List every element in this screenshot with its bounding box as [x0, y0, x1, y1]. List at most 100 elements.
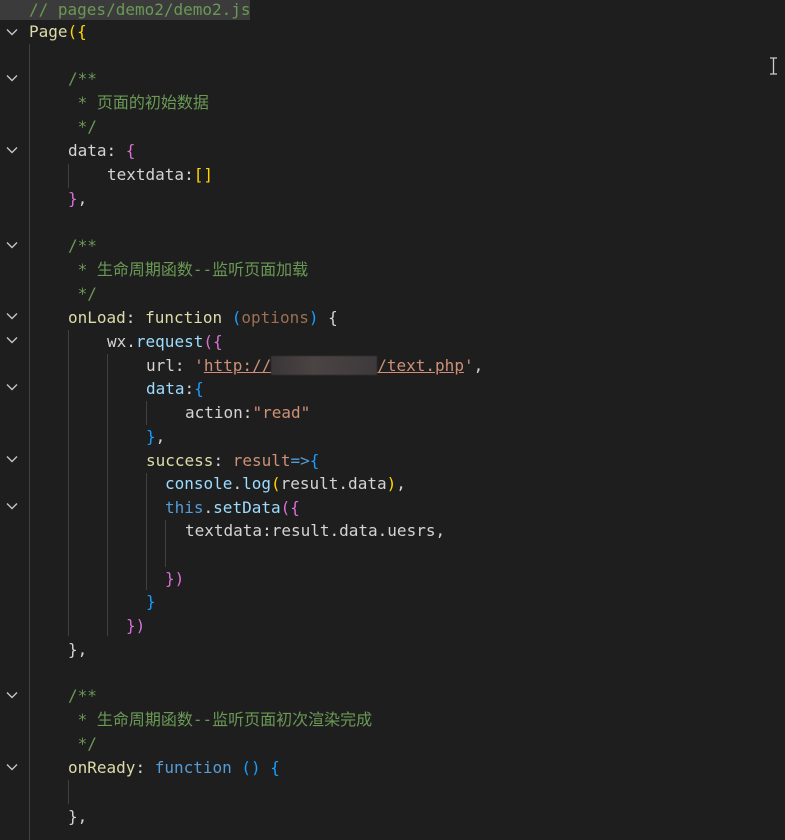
property-key: textdata — [185, 521, 263, 540]
identifier: wx — [107, 332, 127, 351]
code-line[interactable]: /** — [29, 67, 97, 91]
comment: /** — [68, 69, 97, 88]
bracket: { — [318, 308, 338, 327]
punctuation: : — [262, 521, 272, 540]
keyword: function — [154, 758, 232, 777]
keyword: this — [165, 498, 204, 517]
indent-guide — [68, 780, 69, 804]
comment: */ — [68, 284, 97, 303]
code-line[interactable]: */ — [29, 732, 97, 756]
editor-tab-strip: // pages/demo2/demo2.js — [0, 0, 785, 20]
punctuation: : — [184, 165, 194, 184]
bracket: { — [194, 379, 204, 398]
code-line[interactable]: textdata:[] — [29, 163, 213, 187]
chevron-down-icon[interactable] — [5, 499, 19, 513]
method-call: log — [242, 474, 271, 493]
code-line[interactable]: this.setData({ — [29, 496, 300, 520]
bracket: } — [68, 640, 78, 659]
code-line[interactable]: console.log(result.data), — [29, 472, 406, 496]
comment: * 页面的初始数据 — [68, 93, 209, 112]
property-key: url — [146, 356, 175, 375]
identifier: console — [165, 474, 233, 493]
code-line[interactable]: data: { — [29, 139, 135, 163]
arrow-operator: => — [290, 451, 310, 470]
code-line[interactable]: data:{ — [29, 377, 204, 401]
code-line[interactable]: } — [29, 590, 156, 614]
comment: * 生命周期函数--监听页面加载 — [68, 260, 309, 279]
code-line[interactable]: success: result=>{ — [29, 449, 319, 473]
keyword: function — [145, 308, 223, 327]
code-line[interactable]: * 生命周期函数--监听页面加载 — [29, 258, 309, 282]
chevron-down-icon[interactable] — [5, 309, 19, 323]
code-line[interactable]: /** — [29, 234, 97, 258]
code-line[interactable]: onLoad: function (options) { — [29, 306, 338, 330]
method-call: request — [135, 332, 204, 351]
code-line[interactable]: * 生命周期函数--监听页面初次渲染完成 — [29, 708, 373, 732]
punctuation: , — [77, 189, 88, 208]
chevron-down-icon[interactable] — [5, 380, 19, 394]
code-line[interactable]: }) — [29, 567, 184, 591]
chevron-down-icon[interactable] — [5, 71, 19, 85]
code-line[interactable]: }, — [29, 425, 165, 449]
chevron-down-icon[interactable] — [5, 143, 19, 157]
property-key: textdata — [107, 165, 185, 184]
comment: */ — [68, 734, 97, 753]
editor-gutter — [0, 0, 28, 840]
parameter: options — [241, 308, 309, 327]
punctuation: : — [184, 379, 195, 398]
bracket: ({ — [203, 332, 223, 351]
chevron-down-icon[interactable] — [5, 452, 19, 466]
bracket: ) — [386, 474, 397, 493]
code-line[interactable]: wx.request({ — [29, 330, 223, 354]
bracket: }) — [126, 616, 146, 635]
url-link[interactable]: http:// — [204, 356, 271, 375]
code-line[interactable]: }, — [29, 805, 87, 829]
url-link[interactable]: /text.php — [377, 356, 464, 375]
code-line[interactable]: }) — [29, 614, 145, 638]
chevron-down-icon[interactable] — [5, 688, 19, 702]
chevron-down-icon[interactable] — [5, 238, 19, 252]
bracket: ( — [231, 308, 242, 327]
bracket: { — [309, 451, 320, 470]
property-key: data — [146, 379, 185, 398]
code-line[interactable]: action:"read" — [29, 401, 310, 425]
comment: */ — [68, 117, 97, 136]
bracket: ({ — [67, 22, 87, 41]
bracket: { — [260, 758, 280, 777]
file-path-comment: // pages/demo2/demo2.js — [0, 0, 251, 20]
code-line[interactable]: * 页面的初始数据 — [29, 91, 209, 115]
code-line[interactable]: }, — [29, 187, 87, 211]
code-line[interactable]: url: 'http:///text.php', — [29, 354, 483, 378]
code-line[interactable]: textdata:result.data.uesrs, — [29, 519, 445, 543]
redacted-host — [271, 356, 378, 375]
expression: result.data.uesrs — [271, 521, 436, 540]
parameter: result — [232, 451, 291, 470]
code-line[interactable]: /** — [29, 684, 97, 708]
code-line[interactable]: Page({ — [29, 20, 87, 44]
method-name: onReady — [68, 758, 136, 777]
bracket: } — [68, 189, 78, 208]
bracket: }) — [165, 569, 185, 588]
punctuation: : — [242, 403, 253, 422]
method-name: onLoad — [68, 308, 126, 327]
punctuation: : — [213, 451, 233, 470]
punctuation: : — [174, 356, 195, 375]
code-line[interactable]: }, — [29, 638, 87, 662]
punctuation: : — [125, 308, 146, 327]
comment: /** — [68, 686, 97, 705]
code-line[interactable]: */ — [29, 115, 97, 139]
property-key: success — [146, 451, 214, 470]
chevron-down-icon[interactable] — [5, 760, 19, 774]
bracket: { — [125, 141, 136, 160]
punctuation: : — [135, 758, 155, 777]
code-line[interactable]: onReady: function () { — [29, 756, 280, 780]
punctuation: : — [106, 141, 126, 160]
argument: result.data — [280, 474, 387, 493]
chevron-down-icon[interactable] — [5, 25, 19, 39]
bracket: ( — [270, 474, 281, 493]
string-value: "read" — [252, 403, 311, 422]
chevron-down-icon[interactable] — [5, 333, 19, 347]
property-key: data — [68, 141, 107, 160]
code-line[interactable]: */ — [29, 282, 97, 306]
bracket: ({ — [280, 498, 300, 517]
